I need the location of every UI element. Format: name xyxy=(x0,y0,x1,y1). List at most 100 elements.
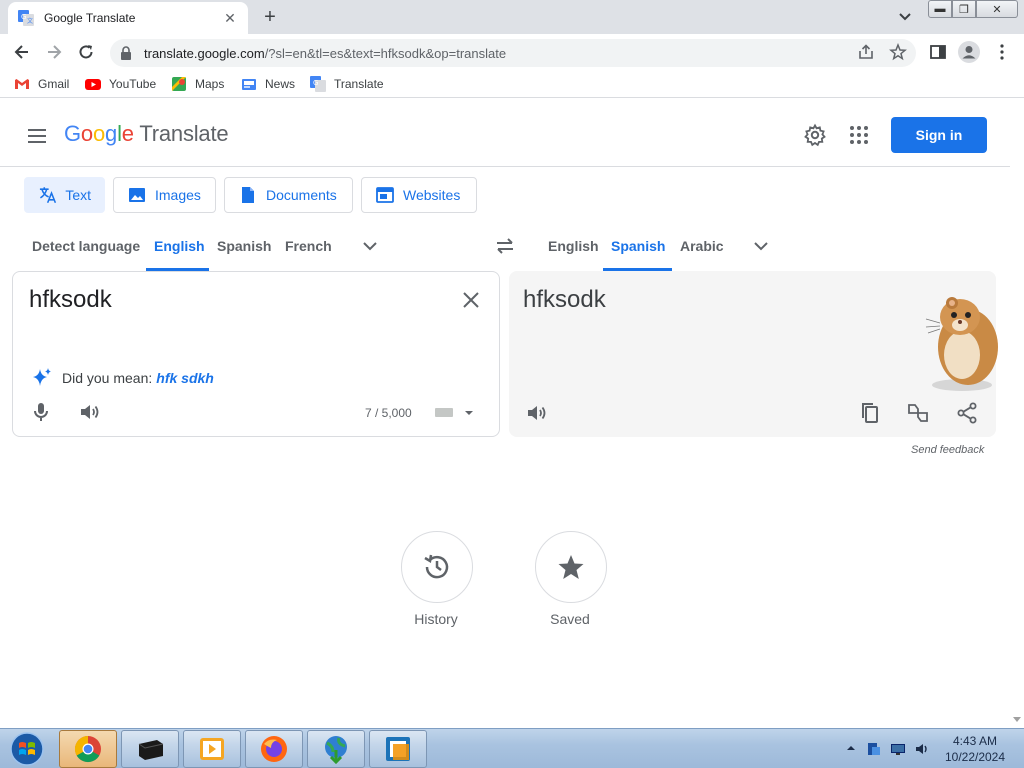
swap-languages-icon[interactable] xyxy=(493,234,517,258)
svg-text:G: G xyxy=(313,79,318,87)
bookmark-translate[interactable]: G Translate xyxy=(310,76,384,92)
tab-title: Google Translate xyxy=(44,11,136,25)
source-lang-detect[interactable]: Detect language xyxy=(32,238,140,254)
clear-text-icon[interactable] xyxy=(459,288,483,312)
taskbar-virtualbox[interactable] xyxy=(369,730,427,768)
sparkle-icon xyxy=(33,368,51,386)
bookmark-label: YouTube xyxy=(109,77,157,91)
maximize-button[interactable]: ❐ xyxy=(952,0,976,18)
translate-icon: G xyxy=(310,76,326,92)
bookmark-news[interactable]: News xyxy=(241,76,295,92)
did-you-mean: Did you mean: hfk sdkh xyxy=(30,366,214,390)
firefox-icon xyxy=(261,736,287,762)
translation-speaker-icon[interactable] xyxy=(524,401,548,425)
clock-date: 10/22/2024 xyxy=(944,750,1006,764)
side-panel-icon[interactable] xyxy=(929,43,947,61)
bookmark-label: Gmail xyxy=(38,77,70,91)
target-lang-more-chevron-icon[interactable] xyxy=(749,234,773,258)
saved-label: Saved xyxy=(550,611,590,627)
rate-translation-icon[interactable] xyxy=(906,401,930,425)
target-lang-english[interactable]: English xyxy=(548,238,599,254)
google-translate-logo[interactable]: Google Translate xyxy=(64,121,229,147)
taskbar-media-device[interactable] xyxy=(121,730,179,768)
target-lang-spanish[interactable]: Spanish xyxy=(611,238,665,254)
apps-grid-icon[interactable] xyxy=(847,123,871,147)
share-page-icon[interactable] xyxy=(857,43,875,61)
taskbar-firefox[interactable] xyxy=(245,730,303,768)
tab-text-mode[interactable]: Text xyxy=(24,177,105,213)
address-bar[interactable]: translate.google.com/?sl=en&tl=es&text=h… xyxy=(110,39,916,67)
start-button-windows-icon[interactable] xyxy=(6,731,48,767)
did-you-mean-label: Did you mean: xyxy=(62,370,153,386)
history-button[interactable] xyxy=(401,531,473,603)
translate-favicon-icon: G文 xyxy=(18,10,34,26)
media-device-icon xyxy=(138,740,164,760)
svg-text:G: G xyxy=(21,13,26,21)
show-hidden-icons-arrow-icon[interactable] xyxy=(846,743,856,753)
history-label: History xyxy=(414,611,458,627)
source-lang-french[interactable]: French xyxy=(285,238,332,254)
source-lang-more-chevron-icon[interactable] xyxy=(358,234,382,258)
keyboard-icon[interactable] xyxy=(434,405,454,419)
tab-images-mode[interactable]: Images xyxy=(113,177,216,213)
share-translation-icon[interactable] xyxy=(955,401,979,425)
keyboard-dropdown-icon[interactable] xyxy=(462,406,476,420)
source-text-input[interactable]: hfksodk xyxy=(29,286,112,314)
bookmark-star-icon[interactable] xyxy=(889,43,907,61)
star-icon xyxy=(558,555,584,579)
globe-download-icon xyxy=(325,736,347,764)
google-wordmark: Google xyxy=(64,121,134,146)
source-lang-english[interactable]: English xyxy=(154,238,205,254)
back-arrow-icon[interactable] xyxy=(12,42,32,62)
tab-websites-mode[interactable]: Websites xyxy=(361,177,477,213)
microphone-icon[interactable] xyxy=(29,400,53,424)
taskbar-chrome[interactable] xyxy=(59,730,117,768)
copy-translation-icon[interactable] xyxy=(858,401,882,425)
page-scrollbar[interactable] xyxy=(1010,103,1024,728)
image-icon xyxy=(129,188,145,202)
tray-network-device-icon[interactable] xyxy=(866,741,882,757)
taskbar-media-player[interactable] xyxy=(183,730,241,768)
close-window-button[interactable]: ✕ xyxy=(976,0,1018,18)
tray-volume-icon[interactable] xyxy=(914,741,930,757)
gmail-icon xyxy=(15,79,29,89)
scroll-down-arrow-icon[interactable] xyxy=(1012,716,1022,724)
settings-gear-icon[interactable] xyxy=(803,123,827,147)
youtube-icon xyxy=(85,79,101,90)
minimize-button[interactable]: ▬ xyxy=(928,0,952,18)
browser-menu-icon[interactable] xyxy=(994,43,1010,61)
hamster-mascot-image xyxy=(925,297,998,391)
bookmark-maps[interactable]: Maps xyxy=(171,76,224,92)
character-count: 7 / 5,000 xyxy=(365,406,412,420)
tab-search-chevron-icon[interactable] xyxy=(896,8,914,26)
svg-text:文: 文 xyxy=(27,17,33,25)
tab-close-icon[interactable]: ✕ xyxy=(222,10,238,27)
send-feedback-link[interactable]: Send feedback xyxy=(911,444,984,456)
taskbar-clock[interactable]: 4:43 AM 10/22/2024 xyxy=(936,733,1014,765)
url-host: translate.google.com xyxy=(144,45,265,61)
media-player-icon xyxy=(200,738,224,760)
sign-in-button[interactable]: Sign in xyxy=(891,117,987,153)
history-icon xyxy=(424,554,449,579)
tab-documents-mode[interactable]: Documents xyxy=(224,177,353,213)
browser-tab[interactable]: G文 Google Translate ✕ xyxy=(8,2,248,34)
bookmark-gmail[interactable]: Gmail xyxy=(14,76,69,92)
new-tab-button[interactable]: + xyxy=(258,6,282,28)
bookmark-youtube[interactable]: YouTube xyxy=(85,76,156,92)
taskbar-downloader[interactable] xyxy=(307,730,365,768)
target-lang-arabic[interactable]: Arabic xyxy=(680,238,724,254)
reload-icon[interactable] xyxy=(76,42,96,62)
main-menu-hamburger-icon[interactable] xyxy=(25,124,49,148)
source-lang-spanish[interactable]: Spanish xyxy=(217,238,271,254)
bookmark-label: News xyxy=(265,77,296,91)
saved-button[interactable] xyxy=(535,531,607,603)
website-icon xyxy=(376,187,394,203)
suggestion-link[interactable]: hfk sdkh xyxy=(156,370,214,386)
tray-display-icon[interactable] xyxy=(890,741,906,757)
source-speaker-icon[interactable] xyxy=(77,400,101,424)
document-icon xyxy=(242,187,254,203)
profile-avatar-icon[interactable] xyxy=(958,41,980,63)
forward-arrow-icon[interactable] xyxy=(44,42,64,62)
maps-icon xyxy=(172,77,186,91)
lock-icon xyxy=(121,46,131,60)
